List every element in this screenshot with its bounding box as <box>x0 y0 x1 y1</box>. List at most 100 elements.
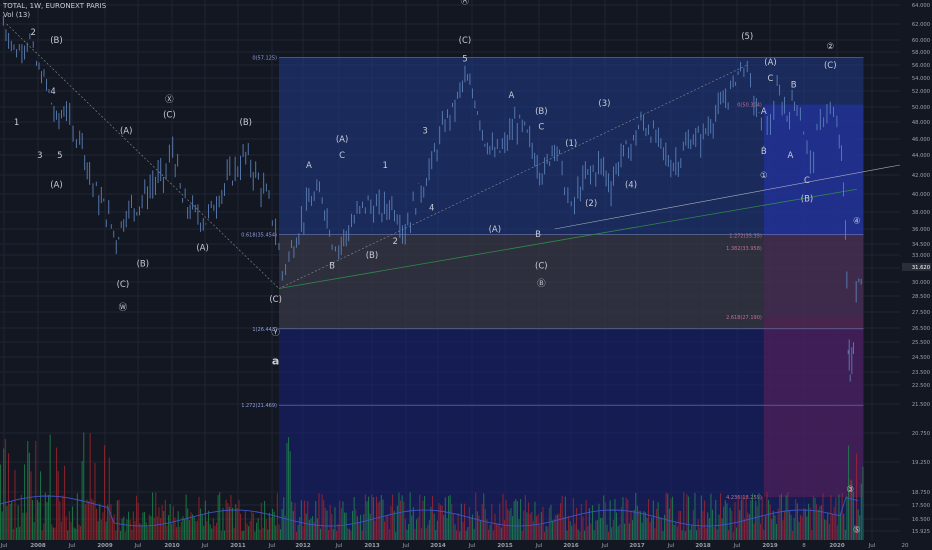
y-tick-label: 60.000 <box>912 38 930 44</box>
volume-bar <box>201 514 203 540</box>
volume-bar <box>668 508 670 540</box>
volume-bar <box>740 500 742 540</box>
volume-bar <box>480 520 482 540</box>
volume-bar <box>166 525 168 540</box>
volume-bar <box>240 513 242 540</box>
volume-bar <box>136 495 138 540</box>
volume-bar <box>259 529 261 540</box>
volume-bar <box>435 529 437 540</box>
volume-bar <box>257 518 259 540</box>
volume-bar <box>513 501 515 540</box>
volume-bar <box>358 523 360 540</box>
x-tick-label: 2017 <box>629 543 644 549</box>
volume-bar <box>673 525 675 540</box>
wave-label: C <box>538 122 544 132</box>
volume-bar <box>27 441 29 540</box>
volume-bar <box>785 495 787 540</box>
volume-bar <box>683 492 685 540</box>
volume-bar <box>6 506 8 540</box>
volume-bar <box>227 503 229 540</box>
fib-right-level-label: 1.382(33.958) <box>726 246 762 252</box>
volume-bar <box>612 519 614 540</box>
volume-bar <box>72 506 74 540</box>
volume-bar <box>489 524 491 540</box>
wave-label: (A) <box>489 225 501 235</box>
volume-bar <box>86 499 88 540</box>
volume-bar <box>670 498 672 540</box>
volume-bar <box>624 523 626 540</box>
volume-bar <box>20 494 22 540</box>
volume-bar <box>379 500 381 540</box>
volume-bar <box>176 527 178 540</box>
volume-bar <box>769 504 771 540</box>
volume-bar <box>771 519 773 540</box>
volume-bar <box>73 527 75 540</box>
volume-bar <box>817 509 819 540</box>
price-chart: 0(57.125)0.618(35.454)1(26.443)1.272(21.… <box>0 0 932 550</box>
volume-bar <box>697 519 699 540</box>
volume-bar <box>587 526 589 540</box>
volume-bar <box>107 504 109 540</box>
volume-bar <box>219 492 221 540</box>
volume-bar <box>532 521 534 540</box>
volume-bar <box>648 498 650 540</box>
volume-bar <box>680 511 682 540</box>
volume-bar <box>660 518 662 540</box>
volume-bar <box>270 517 272 540</box>
volume-bar <box>342 501 344 540</box>
volume-bar <box>171 523 173 540</box>
volume-bar <box>547 526 549 540</box>
volume-bar <box>804 508 806 540</box>
volume-bar <box>792 530 794 540</box>
y-tick-label: 26.500 <box>912 326 930 332</box>
volume-bar <box>241 531 243 540</box>
volume-bar <box>364 494 366 540</box>
wave-label: (B) <box>50 36 62 46</box>
volume-bar <box>604 502 606 540</box>
volume-bar <box>617 526 619 540</box>
volume-bar <box>614 498 616 540</box>
volume-bar <box>596 520 598 540</box>
volume-bar <box>404 518 406 540</box>
volume-bar <box>571 525 573 540</box>
fib-right-level-label: 1.272(35.35) <box>729 234 762 240</box>
volume-bar <box>782 520 784 540</box>
volume-bar <box>454 524 456 540</box>
volume-bar <box>38 502 40 540</box>
volume-bar <box>476 511 478 540</box>
volume-bar <box>75 528 77 540</box>
volume-bar <box>331 513 333 540</box>
y-tick-label: 30.000 <box>912 280 930 286</box>
volume-bar <box>158 507 160 540</box>
volume-bar <box>699 527 701 540</box>
volume-bar <box>776 524 778 540</box>
volume-bar <box>531 511 533 540</box>
volume-bar <box>644 512 646 540</box>
volume-bar <box>337 523 339 540</box>
volume-bar <box>563 516 565 540</box>
volume-bar <box>681 530 683 540</box>
volume-bar <box>622 497 624 540</box>
fib-level-label: 0(57.125) <box>252 56 277 62</box>
volume-bar <box>579 531 581 540</box>
volume-bar <box>440 504 442 540</box>
volume-bar <box>44 492 46 540</box>
volume-bar <box>200 508 202 540</box>
volume-bar <box>496 524 498 540</box>
volume-bar <box>232 507 234 540</box>
volume-bar <box>89 433 91 540</box>
volume-bar <box>654 528 656 540</box>
volume-bar <box>401 495 403 540</box>
volume-bar <box>353 497 355 540</box>
volume-bar <box>664 514 666 540</box>
volume-bar <box>600 517 602 540</box>
volume-bar <box>244 510 246 540</box>
volume-bar <box>185 494 187 540</box>
volume-bar <box>419 494 421 540</box>
wave-label: (C) <box>459 36 472 46</box>
volume-bar <box>505 499 507 540</box>
volume-bar <box>168 515 170 540</box>
y-tick-label: 64.000 <box>912 3 930 9</box>
volume-bar <box>766 492 768 540</box>
y-tick-label: 38.000 <box>912 210 930 216</box>
